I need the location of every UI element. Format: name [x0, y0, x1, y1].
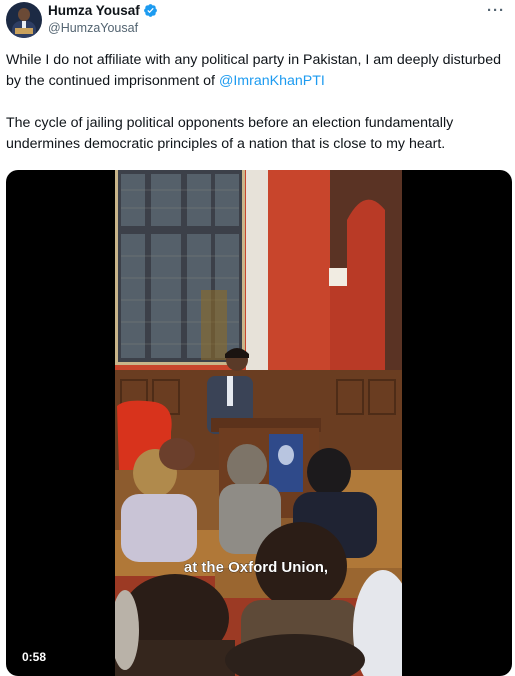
- video-frame: at the Oxford Union,: [115, 170, 402, 676]
- avatar[interactable]: [6, 2, 42, 38]
- tweet-paragraph-1: While I do not affiliate with any politi…: [6, 50, 511, 92]
- tweet-text: While I do not affiliate with any politi…: [6, 50, 511, 155]
- more-options-icon[interactable]: ···: [487, 2, 505, 19]
- author-name-line: Humza Yousaf: [48, 3, 158, 18]
- tweet-paragraph-2: The cycle of jailing political opponents…: [6, 115, 454, 152]
- video-duration: 0:58: [22, 650, 47, 664]
- mention-link[interactable]: @ImranKhanPTI: [219, 73, 325, 89]
- author-display-name[interactable]: Humza Yousaf: [48, 3, 140, 18]
- video-player[interactable]: at the Oxford Union, 0:58: [6, 170, 512, 676]
- video-caption: at the Oxford Union,: [184, 559, 328, 576]
- video-frame-illustration: at the Oxford Union,: [115, 170, 402, 676]
- tweet-header: Humza Yousaf @HumzaYousaf ···: [6, 0, 511, 40]
- verified-badge-icon: [143, 4, 157, 17]
- author-handle[interactable]: @HumzaYousaf: [48, 21, 138, 35]
